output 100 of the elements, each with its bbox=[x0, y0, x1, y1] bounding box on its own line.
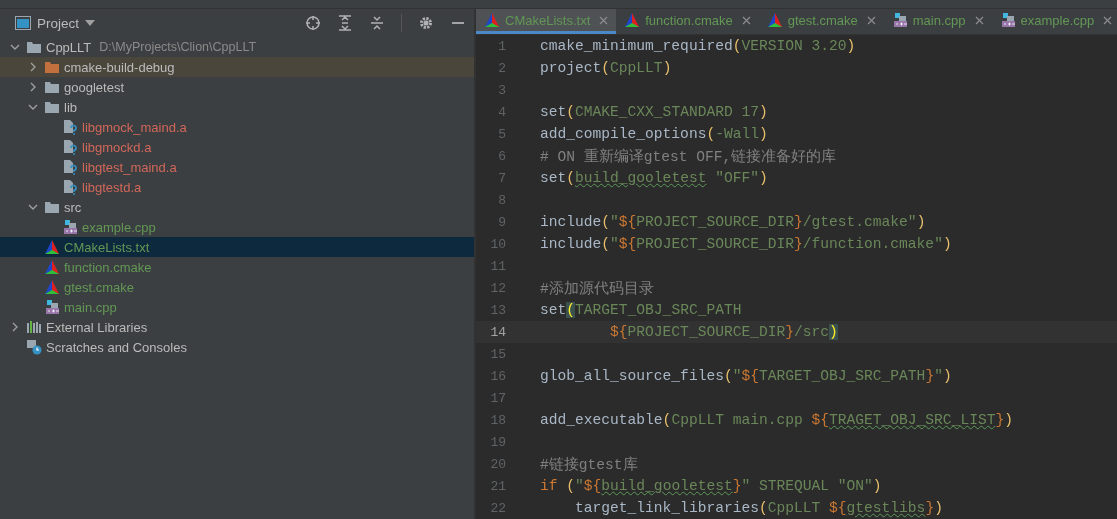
code-line: ${PROJECT_SOURCE_DIR}/src) bbox=[609, 324, 838, 340]
collapse-all-icon[interactable] bbox=[369, 15, 385, 31]
code-line: include("${PROJECT_SOURCE_DIR}/gtest.cmake") bbox=[540, 214, 926, 230]
tree-row[interactable]: cmake-build-debug bbox=[0, 57, 474, 77]
editor-tab[interactable]: gtest.cmake bbox=[758, 9, 884, 34]
line-number: 6 bbox=[497, 148, 507, 164]
line-number: 13 bbox=[489, 302, 507, 318]
line-number: 9 bbox=[497, 214, 507, 230]
tree-row[interactable]: gtest.cmake bbox=[0, 277, 474, 297]
expand-all-icon[interactable] bbox=[337, 15, 353, 31]
line-number: 15 bbox=[489, 346, 507, 362]
tree-item-label: External Libraries bbox=[46, 319, 148, 335]
tree-row[interactable]: CppLLT D:\MyProjects\Clion\CppLLT bbox=[0, 37, 474, 57]
line-number: 2 bbox=[497, 60, 507, 76]
close-icon[interactable] bbox=[741, 15, 751, 25]
tree-row[interactable]: function.cmake bbox=[0, 257, 474, 277]
line-number: 5 bbox=[497, 126, 507, 142]
locate-icon[interactable] bbox=[305, 15, 321, 31]
line-number: 8 bbox=[497, 192, 507, 208]
tree-item-label: src bbox=[64, 199, 82, 215]
tree-item-label: example.cpp bbox=[82, 219, 156, 235]
tree-row[interactable]: libgmockd.a bbox=[0, 137, 474, 157]
tree-item-label: libgmockd.a bbox=[82, 139, 152, 155]
chevron-down-icon[interactable] bbox=[28, 102, 38, 112]
settings-icon[interactable] bbox=[418, 15, 434, 31]
scratches-icon bbox=[26, 339, 42, 355]
chevron-down-icon[interactable] bbox=[28, 202, 38, 212]
tree-row[interactable]: External Libraries bbox=[0, 317, 474, 337]
close-icon[interactable] bbox=[866, 15, 876, 25]
line-number: 11 bbox=[489, 258, 507, 274]
close-icon[interactable] bbox=[1103, 15, 1113, 25]
tree-row[interactable]: Scratches and Consoles bbox=[0, 337, 474, 357]
libraries-icon bbox=[26, 319, 42, 335]
unknown-file-icon bbox=[62, 139, 78, 155]
folder-icon bbox=[44, 99, 60, 115]
folder-icon bbox=[44, 199, 60, 215]
line-number: 20 bbox=[489, 456, 507, 472]
line-number: 14 bbox=[489, 324, 507, 340]
tree-item-label: cmake-build-debug bbox=[64, 59, 175, 75]
code-line: # ON 重新编译gtest OFF,链接准备好的库 bbox=[540, 147, 837, 166]
cmake-file-icon bbox=[484, 12, 500, 28]
tree-row[interactable]: lib bbox=[0, 97, 474, 117]
unknown-file-icon bbox=[62, 119, 78, 135]
line-number: 16 bbox=[489, 368, 507, 384]
folder-icon bbox=[26, 39, 42, 55]
chevron-down-icon[interactable] bbox=[10, 42, 20, 52]
dropdown-caret-icon[interactable] bbox=[85, 20, 96, 26]
unknown-file-icon bbox=[62, 179, 78, 195]
close-icon[interactable] bbox=[974, 15, 984, 25]
code-line: target_link_libraries(CppLLT ${gtestlibs}) bbox=[574, 500, 943, 516]
line-number: 18 bbox=[489, 412, 507, 428]
cmake-file-icon bbox=[44, 259, 60, 275]
line-number: 4 bbox=[497, 104, 507, 120]
tree-row[interactable]: example.cpp bbox=[0, 217, 474, 237]
panel-title[interactable]: Project bbox=[37, 15, 80, 31]
code-line: add_executable(CppLLT main.cpp ${TRAGET_OBJ_SRC_LIST}) bbox=[540, 412, 1013, 428]
line-number: 10 bbox=[489, 236, 507, 252]
line-number: 1 bbox=[497, 38, 507, 54]
folder-icon bbox=[44, 79, 60, 95]
tree-row[interactable]: libgtest_maind.a bbox=[0, 157, 474, 177]
code-line: include("${PROJECT_SOURCE_DIR}/function.cmake") bbox=[540, 236, 952, 252]
line-number: 17 bbox=[489, 390, 507, 406]
cpp-file-icon bbox=[999, 12, 1016, 28]
code-line: #链接gtest库 bbox=[540, 455, 638, 474]
tree-item-label: libgtestd.a bbox=[82, 179, 142, 195]
tree-item-label: libgtest_maind.a bbox=[82, 159, 177, 175]
chevron-right-icon[interactable] bbox=[28, 82, 38, 92]
code-line: cmake_minimum_required(VERSION 3.20) bbox=[540, 38, 856, 54]
cmake-file-icon bbox=[624, 12, 641, 28]
tree-item-label: lib bbox=[64, 99, 77, 115]
chevron-right-icon[interactable] bbox=[28, 62, 38, 72]
tree-row[interactable]: googletest bbox=[0, 77, 474, 97]
tree-item-label: function.cmake bbox=[64, 259, 152, 275]
tree-row[interactable]: CMakeLists.txt bbox=[0, 237, 474, 257]
editor-tab[interactable]: function.cmake bbox=[616, 9, 759, 34]
line-number: 19 bbox=[489, 434, 507, 450]
tree-item-label: libgmock_maind.a bbox=[82, 119, 187, 135]
close-icon[interactable] bbox=[599, 15, 609, 25]
path-hint: D:\MyProjects\Clion\CppLLT bbox=[99, 40, 257, 54]
code-line: add_compile_options(-Wall) bbox=[540, 126, 768, 142]
code-line: set(TARGET_OBJ_SRC_PATH bbox=[540, 302, 742, 318]
tree-row[interactable]: main.cpp bbox=[0, 297, 474, 317]
line-number: 3 bbox=[497, 82, 507, 98]
tree-row[interactable]: src bbox=[0, 197, 474, 217]
editor-tab[interactable]: main.cpp bbox=[883, 9, 992, 34]
code-line: if ("${build_gooletest}" STREQUAL "ON") bbox=[540, 478, 882, 494]
editor-tab[interactable]: CMakeLists.txt bbox=[476, 9, 617, 34]
line-number: 7 bbox=[497, 170, 507, 186]
chevron-right-icon[interactable] bbox=[10, 322, 20, 332]
code-line: set(CMAKE_CXX_STANDARD 17) bbox=[540, 104, 768, 120]
tree-row[interactable]: libgtestd.a bbox=[0, 177, 474, 197]
tree-item-label: gtest.cmake bbox=[64, 279, 135, 295]
tree-row[interactable]: libgmock_maind.a bbox=[0, 117, 474, 137]
unknown-file-icon bbox=[62, 159, 78, 175]
folder-icon bbox=[44, 59, 60, 75]
cmake-file-icon bbox=[766, 12, 783, 28]
code-line: glob_all_source_files("${TARGET_OBJ_SRC_PATH}") bbox=[540, 368, 952, 384]
editor-tab[interactable]: example.cpp bbox=[991, 9, 1117, 34]
code-line: #添加源代码目录 bbox=[540, 279, 654, 298]
code-line: project(CppLLT) bbox=[540, 60, 672, 76]
